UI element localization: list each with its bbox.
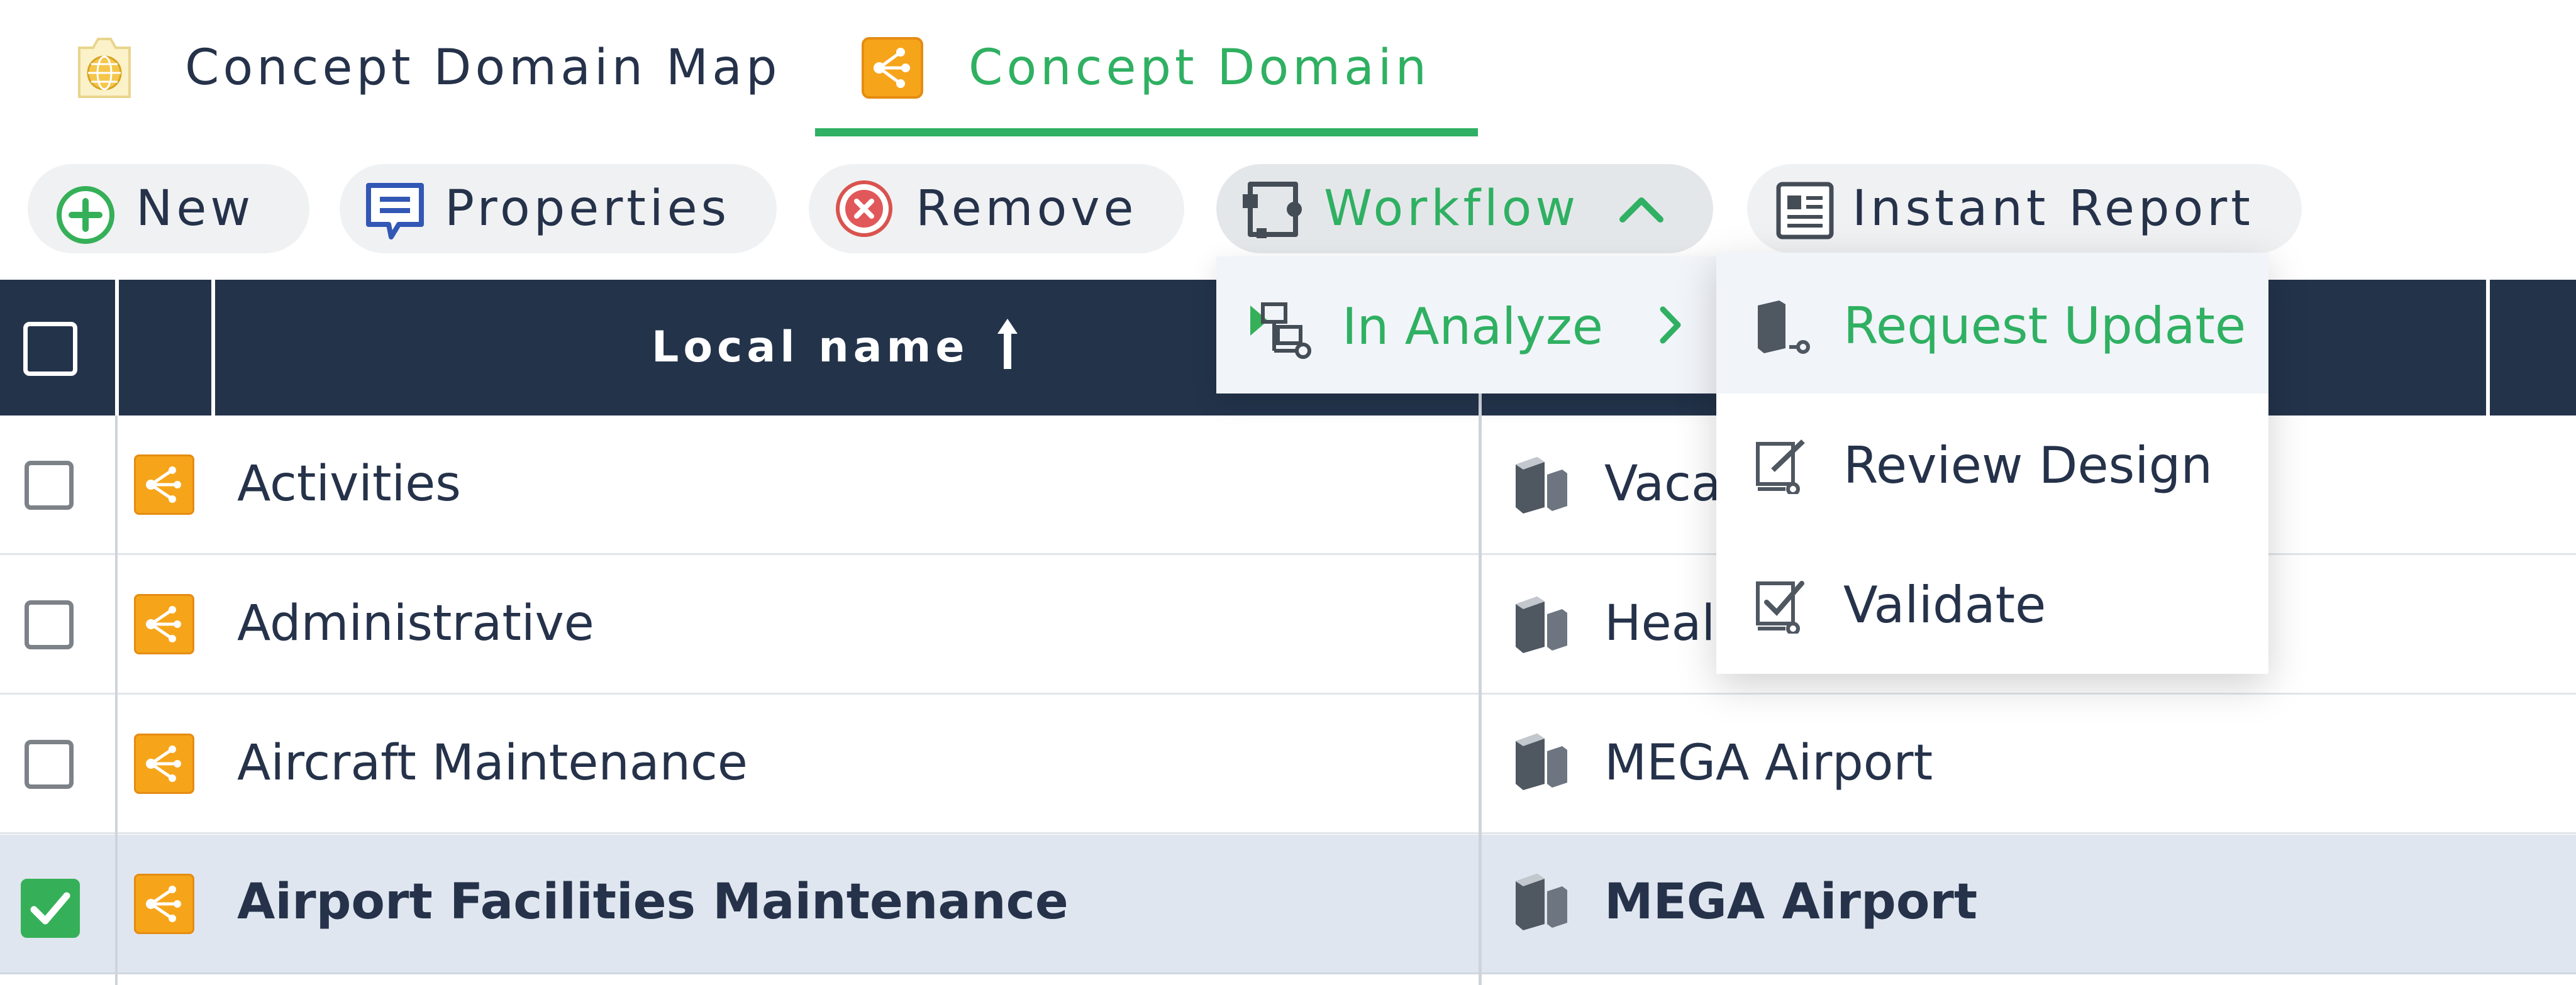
new-label: New [136,180,255,237]
row-library: MEGA Airport [1604,735,1933,791]
concept-domain-icon [134,734,194,794]
instant-report-label: Instant Report [1852,180,2254,237]
library-icon [1512,730,1570,793]
library-icon [1512,453,1570,516]
tab-concept-domain[interactable]: Concept Domain [862,0,1430,135]
report-icon [1775,180,1835,243]
concept-domain-icon [862,36,923,99]
workflow-button[interactable]: Workflow [1216,164,1713,253]
workflow-status-icon [1250,299,1313,362]
workflow-submenu: Request Update Review Design Validate [1716,253,2268,674]
concept-domain-icon [134,874,194,934]
menu-item-label: Validate [1843,576,2046,634]
workflow-label: Workflow [1324,180,1580,237]
row-local-name: Administrative [237,595,594,652]
tab-concept-domain-map[interactable]: Concept Domain Map [74,0,780,135]
menu-item-label: Request Update [1843,297,2246,355]
table-row-selected[interactable]: Airport Facilities Maintenance MEGA Airp… [0,835,2576,974]
review-design-icon [1754,437,1811,497]
instant-report-button[interactable]: Instant Report [1747,164,2302,253]
row-local-name: Aircraft Maintenance [237,735,748,791]
chevron-up-icon [1619,194,1664,226]
properties-icon [365,180,425,243]
table-row[interactable]: Aircraft Maintenance MEGA Airport [0,695,2576,834]
menu-item-label: Review Design [1843,436,2213,495]
select-all-checkbox[interactable] [23,322,77,376]
workflow-dropdown: In Analyze [1216,256,1719,393]
tab-label: Concept Domain [969,39,1431,96]
workflow-icon [1241,178,1304,243]
properties-label: Properties [445,180,731,237]
column-header-label: Local name [652,322,969,372]
menu-item-request-update[interactable]: Request Update [1716,253,2268,393]
active-tab-indicator [815,128,1478,136]
plus-circle-icon [55,185,116,248]
properties-button[interactable]: Properties [340,164,777,253]
remove-label: Remove [916,180,1138,237]
row-library: Heal [1604,595,1716,652]
row-checkbox[interactable] [25,461,74,510]
row-local-name: Activities [237,456,461,512]
row-library: Vaca [1604,456,1721,512]
new-button[interactable]: New [28,164,309,253]
menu-item-label: In Analyze [1342,297,1603,356]
request-update-icon [1754,298,1811,357]
tab-label: Concept Domain Map [185,39,781,96]
column-divider [1479,393,1482,985]
globe-map-icon [74,35,135,101]
row-checkbox[interactable] [25,600,74,649]
library-icon [1512,870,1570,933]
concept-domain-icon [134,594,194,654]
row-library: MEGA Airport [1604,874,1978,930]
row-checkbox[interactable] [25,740,74,789]
remove-circle-icon [834,179,894,241]
validate-icon [1754,577,1811,636]
column-divider [115,415,118,985]
header-divider [115,280,119,415]
header-divider [2486,280,2490,415]
row-checkbox-checked[interactable] [21,879,80,938]
sort-ascending-icon [995,317,1020,373]
chevron-right-icon [1657,304,1684,348]
row-local-name: Airport Facilities Maintenance [237,874,1069,930]
menu-item-validate[interactable]: Validate [1716,533,2268,673]
remove-button[interactable]: Remove [809,164,1184,253]
concept-domain-icon [134,454,194,515]
menu-item-review-design[interactable]: Review Design [1716,393,2268,533]
library-icon [1512,593,1570,656]
menu-item-in-analyze[interactable]: In Analyze [1216,256,1719,393]
